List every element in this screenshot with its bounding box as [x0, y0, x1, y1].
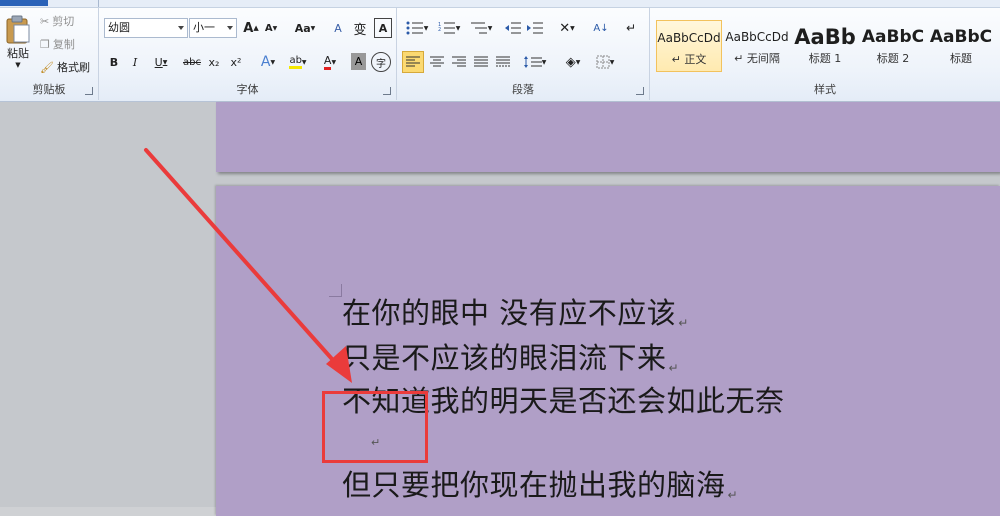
annotation-arrow [144, 148, 352, 383]
arrow-head [326, 346, 352, 383]
